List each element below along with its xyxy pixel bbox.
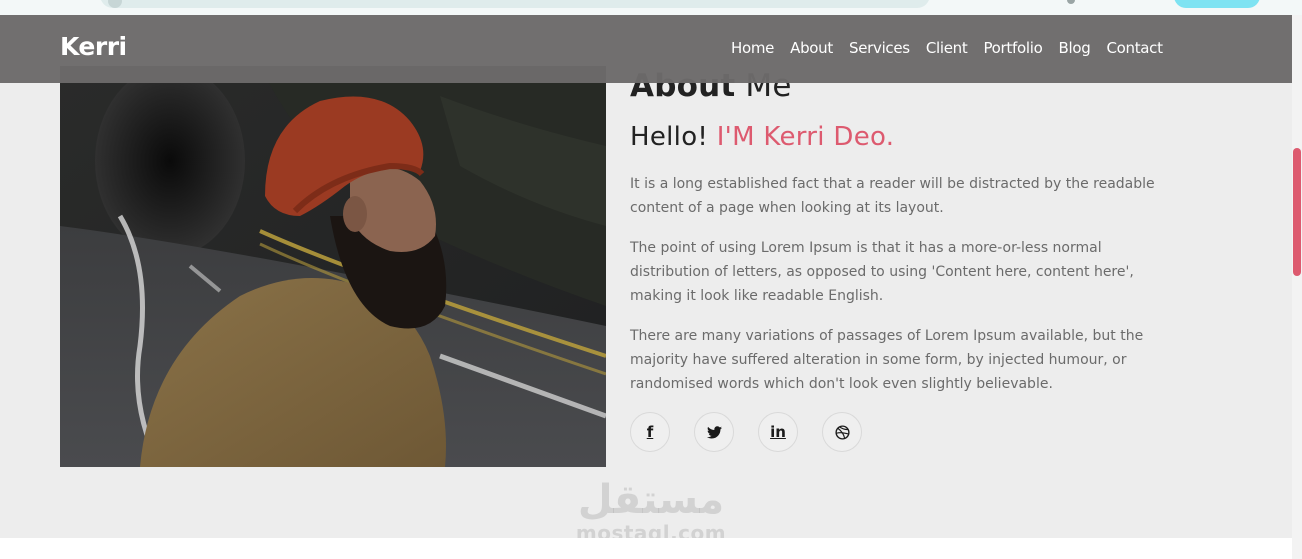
nav-blog[interactable]: Blog xyxy=(1058,39,1090,57)
about-section: About Me Hello! I'M Kerri Deo. It is a l… xyxy=(630,66,1190,452)
nav-about[interactable]: About xyxy=(790,39,833,57)
nav-home[interactable]: Home xyxy=(731,39,774,57)
nav-menu: Home About Services Client Portfolio Blo… xyxy=(731,39,1179,57)
nav-portfolio[interactable]: Portfolio xyxy=(983,39,1042,57)
brand-logo[interactable]: Kerri xyxy=(60,32,127,61)
linkedin-icon[interactable]: in xyxy=(758,412,798,452)
next-section-edge xyxy=(0,538,1292,559)
social-links: f in xyxy=(630,412,1190,452)
nav-client[interactable]: Client xyxy=(926,39,968,57)
nav-contact[interactable]: Contact xyxy=(1106,39,1163,57)
watermark-arabic: مستقل xyxy=(577,477,725,523)
watermark: مستقل mostaql.com xyxy=(575,478,727,544)
person-name: I'M Kerri Deo. xyxy=(716,122,895,152)
site-info-icon[interactable] xyxy=(108,0,122,8)
navbar: Kerri Home About Services Client Portfol… xyxy=(0,15,1292,83)
extension-icon[interactable] xyxy=(1067,0,1075,4)
browser-top-strip xyxy=(0,0,1302,15)
about-photo xyxy=(60,66,606,467)
scrollbar[interactable] xyxy=(1292,15,1302,559)
hello-heading: Hello! I'M Kerri Deo. xyxy=(630,122,895,152)
scrollbar-thumb[interactable] xyxy=(1293,148,1301,276)
about-paragraph-1: It is a long established fact that a rea… xyxy=(630,176,1155,216)
facebook-icon[interactable]: f xyxy=(630,412,670,452)
address-bar[interactable] xyxy=(100,0,930,8)
nav-services[interactable]: Services xyxy=(849,39,910,57)
about-paragraph-2: The point of using Lorem Ipsum is that i… xyxy=(630,240,1134,304)
browser-action-button[interactable] xyxy=(1174,0,1260,8)
about-paragraph-3: There are many variations of passages of… xyxy=(630,328,1144,392)
twitter-icon[interactable] xyxy=(694,412,734,452)
dribbble-icon[interactable] xyxy=(822,412,862,452)
